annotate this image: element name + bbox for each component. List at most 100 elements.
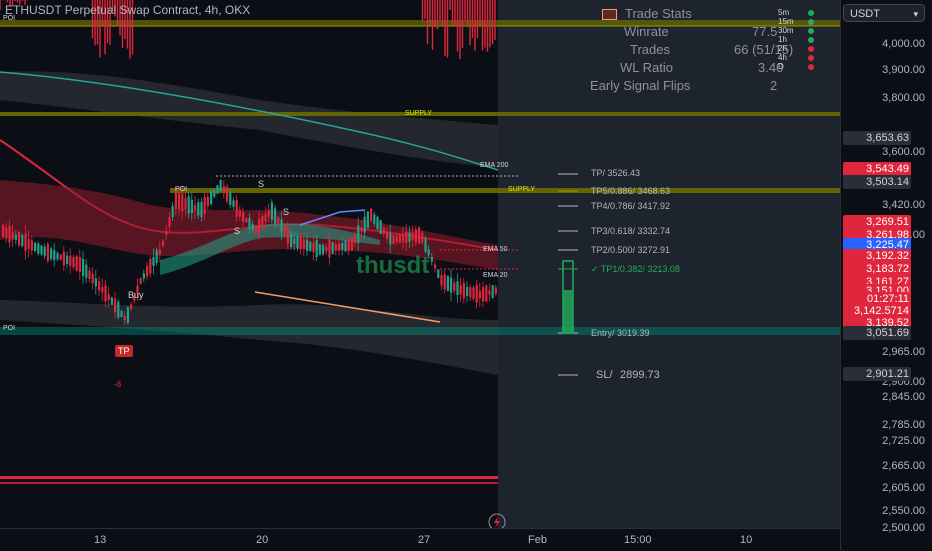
sl-level-value: 2899.73 — [620, 369, 660, 381]
status-dot-icon — [808, 46, 814, 52]
candle-body — [203, 197, 206, 214]
candle-body — [8, 226, 11, 243]
candle-body — [494, 287, 497, 294]
trades-label: Trades — [630, 42, 670, 57]
candle-body — [120, 310, 123, 318]
price-tick: 2,845.00 — [882, 391, 925, 403]
candle-body — [443, 274, 446, 290]
time-tick: 27 — [418, 534, 431, 546]
candle-body — [418, 227, 421, 244]
timeframe-label: 30m — [778, 26, 794, 35]
supply-label: SUPPLY — [508, 186, 536, 193]
candle-body — [363, 216, 366, 233]
candle-body — [88, 270, 91, 280]
early-flips-label: Early Signal Flips — [590, 78, 691, 93]
candle-body — [290, 233, 293, 247]
tp1-level-label: ✓ TP1/0.382/ 3213.08 — [591, 264, 680, 274]
candle-body — [379, 220, 382, 234]
candle-body — [331, 242, 334, 254]
candle-body — [318, 244, 321, 255]
currency-label: USDT — [850, 8, 880, 20]
poi-label: POI — [175, 186, 188, 193]
candle-body — [270, 202, 273, 220]
price-tick: 2,500.00 — [882, 522, 925, 534]
candle-body — [194, 205, 197, 211]
candle-body — [264, 213, 267, 222]
candle-body — [5, 227, 8, 238]
candle-body — [226, 186, 229, 202]
candle-body — [82, 258, 85, 276]
candle-body — [168, 217, 171, 227]
candle-body — [30, 240, 33, 251]
candle-body — [366, 211, 369, 229]
price-tag: 3,543.49 — [843, 162, 911, 176]
candle-body — [37, 243, 40, 254]
candle-body — [488, 290, 491, 295]
candle-body — [398, 234, 401, 243]
time-axis[interactable]: 13 20 27 Feb 15:00 10 — [0, 528, 840, 551]
candle-body — [219, 179, 222, 192]
price-tick: 2,725.00 — [882, 435, 925, 447]
supply-label: SUPPLY — [405, 110, 433, 117]
candle-body — [440, 275, 443, 286]
signal-strip — [0, 476, 498, 479]
candle-body — [462, 283, 465, 299]
tp-badge: TP — [115, 345, 133, 357]
candle-body — [229, 192, 232, 205]
candle-body — [446, 276, 449, 291]
candle-body — [158, 249, 161, 255]
candle-body — [46, 244, 49, 262]
candle-body — [485, 285, 488, 302]
tp5-level-label: TP5/0.886/ 3468.63 — [591, 186, 671, 196]
candle-body — [469, 287, 472, 298]
candle-body — [421, 232, 424, 243]
trade-stats-header: Trade Stats — [602, 6, 692, 21]
candle-body — [254, 225, 257, 235]
candle-body — [98, 281, 101, 291]
time-tick: Feb — [528, 534, 547, 546]
candle-body — [162, 240, 165, 246]
candle-body — [27, 238, 30, 249]
candle-body — [40, 245, 43, 255]
currency-button[interactable]: USDT ▾ — [843, 4, 925, 22]
candle-body — [453, 282, 456, 291]
candle-body — [200, 202, 203, 217]
candle-body — [392, 235, 395, 245]
buy-label: Buy — [128, 290, 144, 300]
candle-body — [206, 196, 209, 207]
candle-body — [34, 243, 37, 251]
candle-body — [56, 253, 59, 260]
candle-body — [53, 250, 56, 260]
candle-body — [197, 202, 200, 216]
candle-body — [315, 240, 318, 258]
candle-body — [309, 241, 312, 252]
poi-label: POI — [3, 15, 16, 22]
timeframe-label: 5m — [778, 8, 790, 17]
candle-body — [62, 251, 65, 266]
candle-body — [283, 225, 286, 235]
poi-zone-top — [0, 20, 840, 26]
sell-signal-label: S — [258, 179, 265, 189]
status-dot-icon — [808, 55, 814, 61]
status-dot-icon — [808, 28, 814, 34]
candle-body — [382, 228, 385, 234]
candle-body — [312, 242, 315, 253]
candle-body — [181, 193, 184, 212]
candle-body — [386, 231, 389, 239]
price-tick: 3,420.00 — [882, 199, 925, 211]
candle-body — [302, 239, 305, 249]
candle-body — [248, 218, 251, 229]
candle-body — [360, 227, 363, 232]
tp2-level-label: TP2/0.500/ 3272.91 — [591, 245, 671, 255]
candle-body — [347, 239, 350, 251]
candle-body — [21, 235, 24, 247]
price-tag: 3,653.63 — [843, 131, 911, 145]
candle-body — [261, 215, 264, 228]
candle-body — [50, 248, 53, 260]
candle-body — [280, 219, 283, 232]
candle-body — [334, 244, 337, 251]
poi-zone-mid — [0, 327, 840, 335]
candle-body — [466, 287, 469, 296]
candle-body — [411, 232, 414, 241]
candle-body — [43, 246, 46, 256]
